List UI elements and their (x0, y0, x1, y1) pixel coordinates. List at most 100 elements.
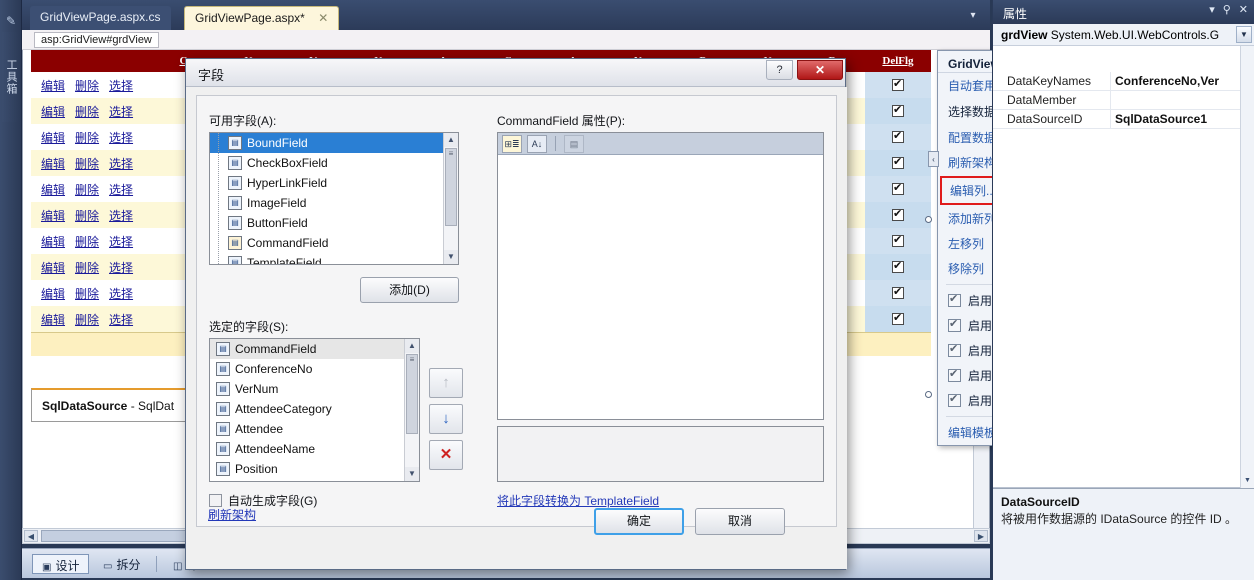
move-down-button[interactable]: ↓ (429, 404, 463, 434)
close-icon[interactable]: ✕ (797, 60, 843, 80)
select-link[interactable]: 选择 (109, 259, 133, 276)
checkbox-icon[interactable] (891, 77, 904, 91)
select-link[interactable]: 选择 (109, 155, 133, 172)
scroll-down-icon[interactable]: ▼ (405, 467, 419, 481)
available-field-item[interactable]: ▤ CheckBoxField (210, 153, 458, 173)
help-icon[interactable]: ? (766, 60, 793, 80)
dialog-title-bar[interactable]: 字段 ? ✕ (186, 59, 845, 87)
ok-button[interactable]: 确定 (594, 508, 684, 535)
panel-handle-left[interactable] (925, 216, 932, 223)
properties-object-selector[interactable]: grdView System.Web.UI.WebControls.G ▼ (993, 24, 1254, 46)
available-fields-tree[interactable]: ▤ BoundField ▤ CheckBoxField ▤ HyperLinkField… (209, 132, 459, 265)
pin-icon[interactable]: ⚲ (1223, 4, 1231, 16)
checkbox-icon[interactable] (948, 292, 961, 307)
selected-field-item[interactable]: ▤ CommandField (210, 339, 419, 359)
checkbox-icon[interactable] (891, 103, 904, 117)
collapse-panel-button[interactable]: ‹ (928, 151, 939, 167)
delete-link[interactable]: 删除 (75, 285, 99, 302)
view-tab-split[interactable]: ▭ 拆分 (94, 554, 149, 574)
property-row[interactable]: DataSourceID SqlDataSource1 (993, 110, 1254, 129)
selected-field-item[interactable]: ▤ Attendee (210, 419, 419, 439)
checkbox-icon[interactable] (948, 342, 961, 357)
delete-link[interactable]: 删除 (75, 259, 99, 276)
scroll-up-icon[interactable]: ▲ (405, 339, 419, 353)
close-icon[interactable]: ✕ (1239, 4, 1248, 16)
convert-to-templatefield-link[interactable]: 将此字段转换为 TemplateField (497, 492, 659, 509)
chevron-down-icon[interactable]: ▾ (1209, 4, 1215, 16)
available-field-item[interactable]: ▤ HyperLinkField (210, 173, 458, 193)
checkbox-icon[interactable] (891, 259, 904, 273)
checkbox-icon[interactable] (891, 181, 904, 195)
select-link[interactable]: 选择 (109, 181, 133, 198)
checkbox-icon[interactable] (891, 233, 904, 247)
delete-link[interactable]: 删除 (75, 129, 99, 146)
refresh-schema-link[interactable]: 刷新架构 (208, 506, 256, 523)
edit-link[interactable]: 编辑 (41, 285, 65, 302)
properties-grid-scrollbar[interactable]: ▼ (1240, 46, 1254, 488)
cancel-button[interactable]: 取消 (695, 508, 785, 535)
available-field-item[interactable]: ▤ BoundField (210, 133, 458, 153)
selected-field-item[interactable]: ▤ AttendeeCategory (210, 399, 419, 419)
selected-fields-scrollbar[interactable]: ▲ ≡ ▼ (404, 339, 419, 481)
select-link[interactable]: 选择 (109, 285, 133, 302)
delete-link[interactable]: 删除 (75, 155, 99, 172)
scroll-right-icon[interactable]: ▶ (974, 530, 988, 542)
edit-link[interactable]: 编辑 (41, 233, 65, 250)
delete-link[interactable]: 删除 (75, 311, 99, 328)
property-value[interactable]: SqlDataSource1 (1111, 110, 1254, 128)
edit-link[interactable]: 编辑 (41, 207, 65, 224)
editor-tab-code[interactable]: GridViewPage.aspx.cs (30, 6, 171, 30)
view-tab-design[interactable]: ▣ 设计 (32, 554, 90, 574)
scroll-thumb-vertical[interactable]: ≡ (445, 148, 457, 226)
checkbox-icon[interactable] (948, 367, 961, 382)
delete-link[interactable]: 删除 (75, 207, 99, 224)
chevron-down-icon[interactable]: ▾ (966, 9, 980, 23)
scroll-thumb-vertical[interactable]: ≡ (406, 354, 418, 434)
commandfield-property-grid[interactable]: ⊞≣ A↓ ▤ (497, 132, 824, 420)
chevron-down-icon[interactable]: ▼ (1236, 26, 1252, 43)
available-field-item[interactable]: ▤ CommandField (210, 233, 458, 253)
available-field-item[interactable]: ▤ TemplateField (210, 253, 458, 264)
select-link[interactable]: 选择 (109, 207, 133, 224)
edit-link[interactable]: 编辑 (41, 77, 65, 94)
select-link[interactable]: 选择 (109, 103, 133, 120)
property-pages-icon[interactable]: ▤ (564, 134, 584, 153)
property-row[interactable]: DataKeyNames ConferenceNo,Ver (993, 72, 1254, 91)
select-link[interactable]: 选择 (109, 311, 133, 328)
checkbox-icon[interactable] (891, 285, 904, 299)
delete-link[interactable]: 删除 (75, 233, 99, 250)
select-link[interactable]: 选择 (109, 129, 133, 146)
select-link[interactable]: 选择 (109, 77, 133, 94)
checkbox-icon[interactable] (891, 311, 904, 325)
scroll-down-icon[interactable]: ▼ (444, 250, 458, 264)
panel-handle-left-lower[interactable] (925, 391, 932, 398)
edit-link[interactable]: 编辑 (41, 181, 65, 198)
selected-field-item[interactable]: ▤ AttendeeName (210, 439, 419, 459)
close-icon[interactable]: ✕ (318, 11, 328, 25)
selected-field-item[interactable]: ▤ VerNum (210, 379, 419, 399)
checkbox-icon[interactable] (891, 155, 904, 169)
delete-field-button[interactable]: ✕ (429, 440, 463, 470)
move-up-button[interactable]: ↑ (429, 368, 463, 398)
editor-tab-aspx[interactable]: GridViewPage.aspx* ✕ (184, 6, 340, 30)
scroll-up-icon[interactable]: ▲ (444, 133, 458, 147)
select-link[interactable]: 选择 (109, 233, 133, 250)
alphabetical-icon[interactable]: A↓ (527, 134, 547, 153)
delete-link[interactable]: 删除 (75, 181, 99, 198)
property-value[interactable]: ConferenceNo,Ver (1111, 72, 1254, 90)
property-value[interactable] (1111, 91, 1254, 109)
delete-link[interactable]: 删除 (75, 77, 99, 94)
checkbox-icon[interactable] (948, 392, 961, 407)
scroll-down-icon[interactable]: ▼ (1242, 475, 1253, 487)
categorized-icon[interactable]: ⊞≣ (502, 134, 522, 153)
add-button[interactable]: 添加(D) (360, 277, 459, 303)
checkbox-icon[interactable] (891, 207, 904, 221)
available-field-item[interactable]: ▤ ButtonField (210, 213, 458, 233)
edit-link[interactable]: 编辑 (41, 155, 65, 172)
edit-link[interactable]: 编辑 (41, 311, 65, 328)
selected-field-item[interactable]: ▤ Position (210, 459, 419, 479)
toolbox-tab[interactable]: 工具箱 (2, 32, 20, 122)
selected-fields-list[interactable]: ▤ CommandField ▤ ConferenceNo ▤ VerNum ▤ Attend… (209, 338, 420, 482)
delete-link[interactable]: 删除 (75, 103, 99, 120)
available-fields-scrollbar[interactable]: ▲ ≡ ▼ (443, 133, 458, 264)
